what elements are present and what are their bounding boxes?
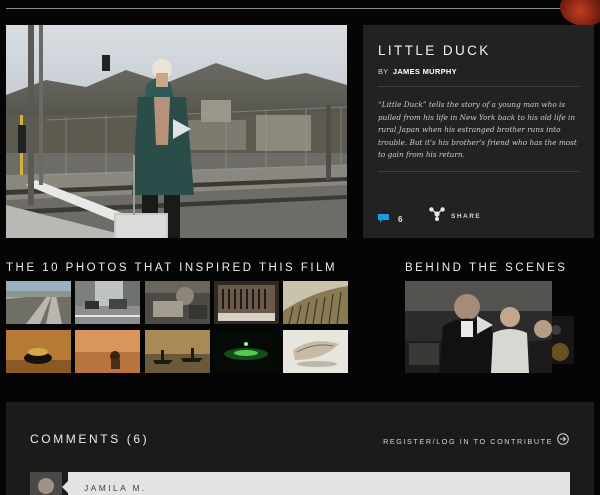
comment-card: JAMILA M. — [62, 472, 570, 495]
bts-heading: BEHIND THE SCENES — [405, 262, 568, 274]
avatar[interactable] — [30, 472, 62, 495]
film-actions: 6 SHARE — [378, 207, 579, 228]
comment-author[interactable]: JAMILA M. — [84, 483, 147, 493]
photos-heading: THE 10 PHOTOS THAT INSPIRED THIS FILM — [6, 262, 338, 274]
share-label: SHARE — [451, 213, 482, 220]
film-description: “Little Duck” tells the story of a young… — [378, 100, 577, 160]
photo-thumb-boat-river[interactable] — [145, 330, 210, 373]
photo-thumb-fence-snow[interactable] — [283, 281, 348, 324]
speech-bubble-icon — [378, 210, 389, 228]
film-byline: BY JAMES MURPHY — [378, 67, 579, 76]
top-divider — [6, 8, 594, 9]
hero-play-icon[interactable] — [171, 117, 193, 141]
photo-thumb-rail-tracks[interactable] — [6, 281, 71, 324]
share-network-icon — [429, 207, 445, 226]
byline-prefix: BY — [378, 67, 389, 76]
photo-thumb-green-lights[interactable] — [214, 330, 279, 373]
photo-thumb-dark-object[interactable] — [6, 330, 71, 373]
photo-thumb-cafe-interior[interactable] — [145, 281, 210, 324]
comments-title: COMMENTS (6) — [30, 432, 150, 446]
photo-thumb-desert-figure[interactable] — [75, 330, 140, 373]
info-divider-top — [378, 86, 579, 87]
film-author[interactable]: JAMES MURPHY — [393, 67, 457, 76]
comments-section: COMMENTS (6) REGISTER/LOG IN TO CONTRIBU… — [6, 402, 594, 495]
arrow-circle-right-icon — [557, 432, 569, 450]
photo-thumb-white-object[interactable] — [283, 330, 348, 373]
hero-video[interactable] — [6, 25, 347, 238]
bts-next-preview[interactable] — [552, 316, 574, 364]
register-label: REGISTER/LOG IN TO CONTRIBUTE — [383, 436, 553, 446]
comment-count: 6 — [398, 214, 403, 224]
comment-count-button[interactable]: 6 — [378, 210, 402, 228]
info-divider-bottom — [378, 171, 579, 172]
behind-the-scenes-video[interactable] — [405, 281, 552, 373]
corner-decoration — [560, 0, 600, 26]
bts-play-icon[interactable] — [475, 314, 495, 341]
film-info-panel: LITTLE DUCK BY JAMES MURPHY “Little Duck… — [363, 25, 594, 238]
comment-pointer — [62, 481, 68, 493]
film-title: LITTLE DUCK — [378, 43, 491, 58]
photo-thumb-city-street[interactable] — [75, 281, 140, 324]
share-button[interactable]: SHARE — [429, 207, 481, 226]
photo-thumb-audio-mixer[interactable] — [214, 281, 279, 324]
register-login-link[interactable]: REGISTER/LOG IN TO CONTRIBUTE — [383, 432, 569, 450]
